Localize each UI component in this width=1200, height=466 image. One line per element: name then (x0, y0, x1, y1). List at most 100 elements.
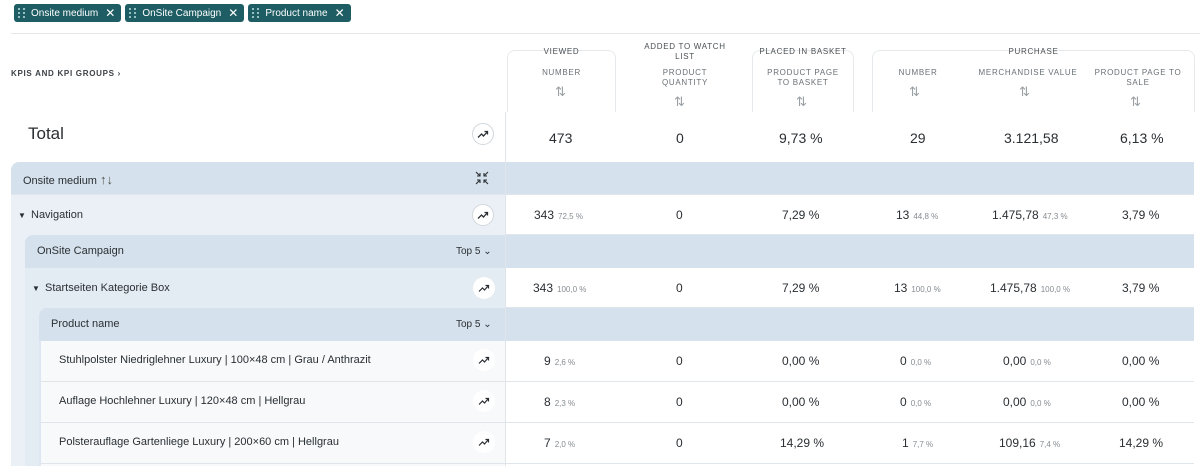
filter-chip-product-name[interactable]: Product name ✕ (248, 4, 351, 22)
nav-viewed: 343 72,5 % (534, 208, 583, 222)
filter-chip-onsite-campaign[interactable]: OnSite Campaign ✕ (125, 4, 245, 22)
col-viewed-number: NUMBER (542, 68, 581, 77)
row-divider (41, 463, 1194, 464)
row-divider (505, 307, 1194, 308)
level2-title: OnSite Campaign (37, 245, 124, 257)
product-row-label[interactable]: Polsterauflage Gartenliege Luxury | 200×… (59, 436, 339, 448)
trend-icon[interactable] (473, 431, 495, 453)
row-divider (41, 381, 1194, 382)
sort-icon[interactable]: ⇅ (555, 84, 566, 100)
campaign-viewed: 343 100,0 % (533, 281, 587, 295)
nav-basket: 7,29 % (782, 208, 820, 222)
product-viewed: 9 2,6 % (544, 354, 576, 368)
level2-header-right (505, 235, 1194, 268)
col-product-page-to-basket: PRODUCT PAGE TO BASKET (767, 68, 839, 87)
product-row-label[interactable]: Stuhlpolster Niedriglehner Luxury | 100×… (59, 354, 371, 366)
level3-header-right (505, 308, 1194, 341)
group-viewed-title: VIEWED (543, 47, 580, 56)
campaign-purchase-number: 13 100,0 % (894, 281, 941, 295)
close-icon[interactable]: ✕ (105, 7, 115, 19)
caret-down-icon[interactable]: ▼ (32, 284, 40, 293)
col-product-page-to-sale: PRODUCT PAGE TO SALE (1094, 68, 1182, 87)
campaign-merchandise-value: 1.475,78 100,0 % (990, 281, 1071, 295)
campaign-sale: 3,79 % (1122, 281, 1160, 295)
trend-icon[interactable] (473, 349, 495, 371)
trend-icon[interactable] (472, 204, 494, 226)
group-viewed-box (507, 50, 616, 112)
nav-sale: 3,79 % (1122, 208, 1160, 222)
total-label: Total (28, 124, 64, 143)
trend-icon[interactable] (473, 277, 495, 299)
trend-icon[interactable] (472, 123, 494, 145)
product-merchandise-value: 0,00 0,0 % (1003, 354, 1051, 368)
group-basket-title: PLACED IN BASKET (759, 47, 847, 56)
caret-down-icon[interactable]: ▼ (18, 211, 26, 220)
row-campaign-label[interactable]: Startseiten Kategorie Box (45, 282, 170, 294)
drag-handle-icon[interactable] (252, 7, 260, 19)
total-viewed: 473 (549, 130, 573, 146)
product-viewed: 8 2,3 % (544, 395, 576, 409)
product-watch: 0 (676, 436, 683, 450)
product-purchase-number: 0 0,0 % (900, 354, 932, 368)
filter-chip-label: Product name (265, 7, 328, 19)
nav-watch: 0 (676, 208, 683, 222)
total-purchase-number: 29 (910, 130, 926, 146)
col-purchase-number: NUMBER (898, 68, 938, 77)
product-basket: 14,29 % (780, 436, 825, 450)
product-watch: 0 (676, 395, 683, 409)
row-divider (505, 234, 1194, 235)
close-icon[interactable]: ✕ (335, 7, 345, 19)
product-viewed: 7 2,0 % (544, 436, 576, 450)
sort-icon[interactable]: ⇅ (796, 94, 807, 110)
group-watch-title-2: LIST (675, 52, 695, 61)
campaign-basket: 7,29 % (782, 281, 820, 295)
sort-icon[interactable]: ⇅ (1019, 84, 1030, 100)
total-watch: 0 (676, 130, 684, 146)
level1-header-right (505, 162, 1194, 195)
sort-icon[interactable]: ⇅ (1130, 94, 1141, 110)
column-divider (505, 112, 506, 466)
group-watch-title-1: ADDED TO WATCH (644, 42, 726, 51)
filter-chip-onsite-medium[interactable]: Onsite medium ✕ (14, 4, 122, 22)
product-sale: 14,29 % (1119, 436, 1164, 450)
sort-icon[interactable]: ⇅ (909, 84, 920, 100)
product-purchase-number: 0 0,0 % (900, 395, 932, 409)
product-purchase-number: 1 7,7 % (902, 436, 934, 450)
campaign-watch: 0 (676, 281, 683, 295)
sort-icon[interactable]: ⇅ (674, 94, 685, 110)
trend-icon[interactable] (473, 390, 495, 412)
col-merchandise-value: MERCHANDISE VALUE (978, 68, 1078, 77)
col-product-quantity: PRODUCT QUANTITY (661, 68, 709, 87)
row-divider (11, 194, 1194, 195)
total-sale: 6,13 % (1120, 130, 1164, 146)
product-sale: 0,00 % (1122, 395, 1160, 409)
product-row-label[interactable]: Auflage Hochlehner Luxury | 120×48 cm | … (59, 395, 305, 407)
drag-handle-icon[interactable] (18, 7, 26, 19)
product-merchandise-value: 0,00 0,0 % (1003, 395, 1051, 409)
chevron-down-icon: ⌄ (483, 319, 492, 330)
nav-merchandise-value: 1.475,78 47,3 % (992, 208, 1068, 222)
group-purchase-title: PURCHASE (1008, 47, 1059, 56)
kpi-groups-header[interactable]: KPIS AND KPI GROUPS › (11, 69, 121, 78)
drag-handle-icon[interactable] (129, 7, 137, 19)
sort-icon[interactable]: ↑↓ (100, 172, 113, 187)
top-n-dropdown[interactable]: Top 5 ⌄ (456, 319, 492, 330)
filter-chips: Onsite medium ✕ OnSite Campaign ✕ Produc… (14, 4, 351, 22)
total-basket: 9,73 % (779, 130, 823, 146)
filter-chip-label: OnSite Campaign (142, 7, 222, 19)
collapse-icon[interactable] (475, 171, 489, 190)
total-merchandise-value: 3.121,58 (1004, 130, 1059, 146)
top-n-dropdown[interactable]: Top 5 ⌄ (456, 246, 492, 257)
product-watch: 0 (676, 354, 683, 368)
chevron-down-icon: ⌄ (483, 246, 492, 257)
divider (11, 33, 1200, 34)
row-navigation-label[interactable]: Navigation (31, 209, 83, 221)
filter-chip-label: Onsite medium (31, 7, 99, 19)
product-basket: 0,00 % (782, 395, 820, 409)
close-icon[interactable]: ✕ (228, 7, 238, 19)
product-merchandise-value: 109,16 7,4 % (999, 436, 1061, 450)
product-sale: 0,00 % (1122, 354, 1160, 368)
level3-title: Product name (51, 318, 120, 330)
level1-title[interactable]: Onsite medium ↑↓ (23, 172, 113, 187)
row-divider (41, 422, 1194, 423)
